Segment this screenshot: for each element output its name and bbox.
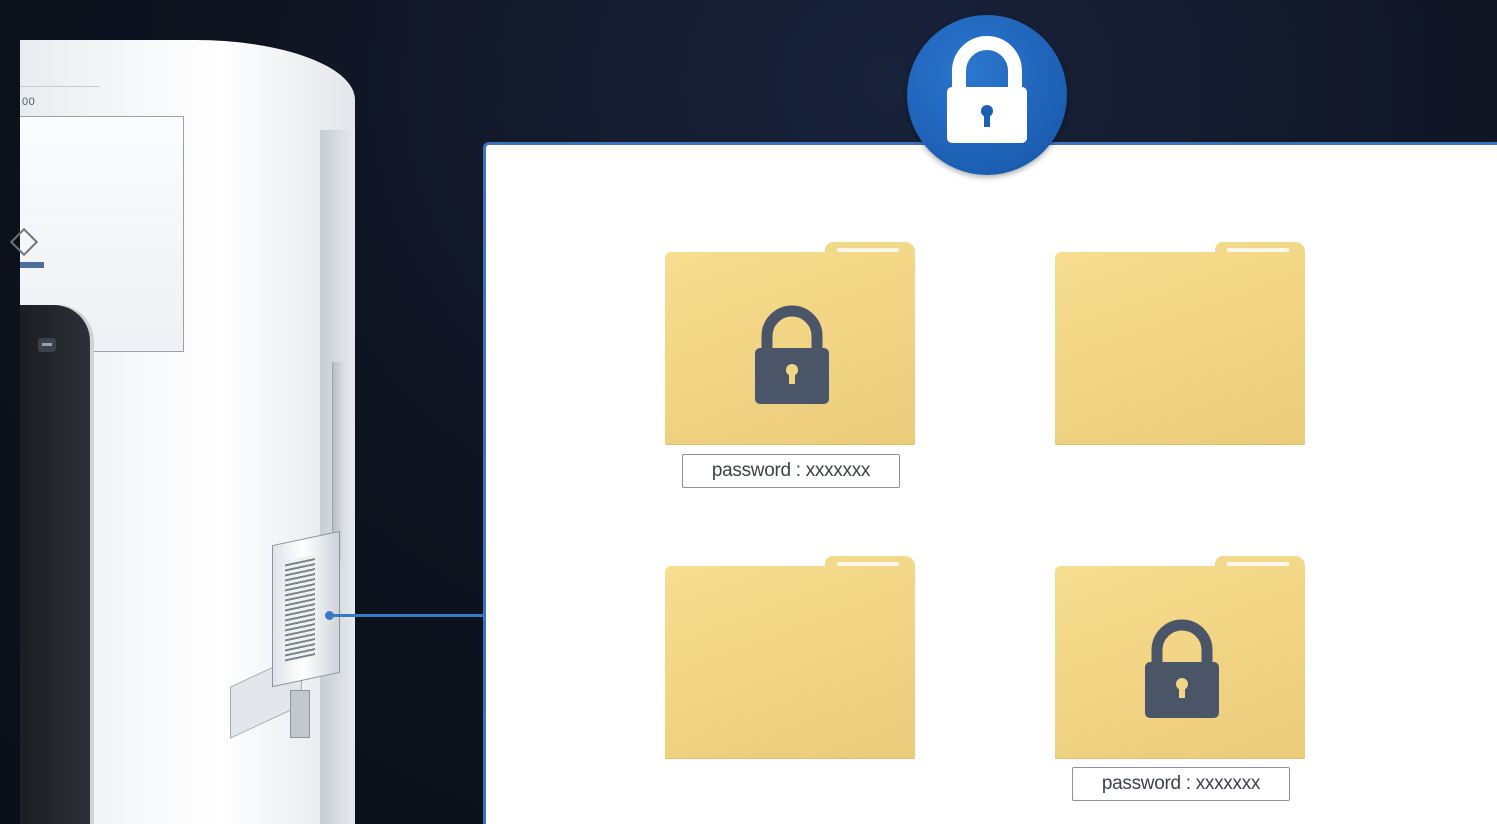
illustration-stage: 00 password : xxxxxxx password: xxxxxxx — [0, 0, 1497, 824]
folder-3[interactable] — [665, 556, 915, 761]
folder-body — [1055, 252, 1305, 445]
printer-model-label: 00 — [22, 96, 36, 108]
password-label-4: password : xxxxxxx — [1072, 767, 1290, 801]
folder-locked-1[interactable] — [665, 242, 915, 447]
storage-module — [272, 530, 340, 688]
connector-dot — [325, 611, 334, 620]
folder-2[interactable] — [1055, 242, 1305, 447]
printer-trim-line — [20, 86, 100, 87]
printer-port — [290, 690, 310, 738]
password-label-1: password : xxxxxxx — [682, 454, 900, 488]
connector-line — [330, 614, 486, 617]
secure-storage-panel — [483, 142, 1497, 824]
printer-paper-slot — [20, 305, 90, 824]
padlock-icon — [755, 305, 829, 404]
printer-slot-button — [38, 338, 56, 352]
security-badge — [907, 15, 1067, 175]
padlock-icon — [1145, 619, 1219, 718]
folder-body — [665, 566, 915, 759]
printer-indicator-bar — [20, 262, 44, 268]
padlock-icon — [947, 36, 1027, 143]
storage-module-grille — [285, 555, 315, 662]
folder-locked-4[interactable] — [1055, 556, 1305, 761]
